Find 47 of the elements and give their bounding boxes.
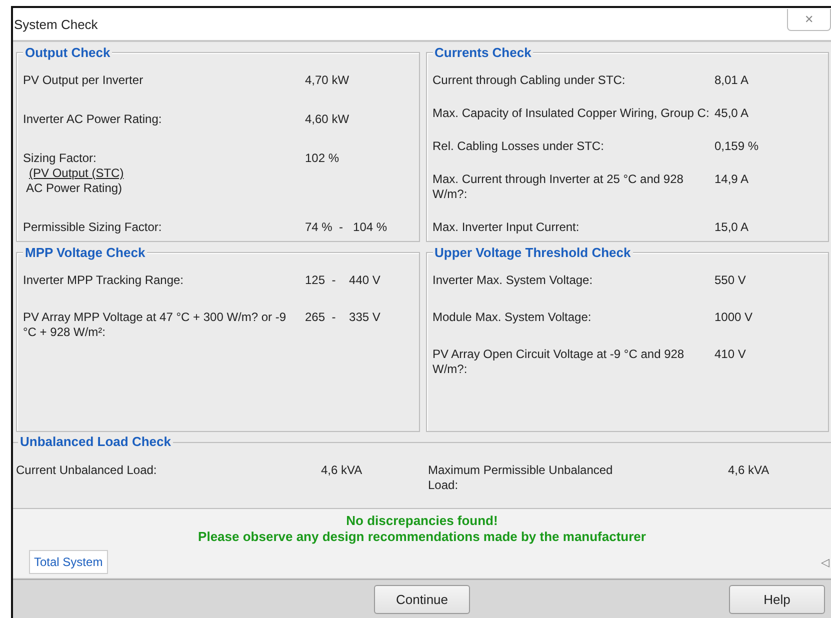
window-title: System Check [13, 16, 98, 32]
field-value: 45,0 A [714, 106, 749, 121]
field-label: Current Unbalanced Load: [16, 463, 158, 479]
group-title: Unbalanced Load Check [18, 434, 173, 449]
field-label: Rel. Cabling Losses under STC: [432, 139, 605, 154]
field-value: 102 % [304, 151, 340, 166]
group-title: Upper Voltage Threshold Check [432, 245, 633, 260]
field-value: 4,6 kVA [728, 463, 770, 479]
field-label: PV Array Open Circuit Voltage at -9 °C and 928 W/m?: [432, 347, 686, 377]
field-value: 550 V [714, 273, 746, 288]
group-title: Currents Check [432, 45, 534, 60]
field-label: Current through Cabling under STC: [432, 73, 626, 88]
group-title: Output Check [23, 45, 112, 60]
tab[interactable]: Total System [29, 550, 108, 574]
status-message: Please observe any design recommendations made by the manufacturer [198, 529, 646, 545]
field-value: 125 - 440 V [304, 273, 380, 288]
group-title: MPP Voltage Check [23, 245, 148, 260]
field-value: 8,01 A [714, 73, 749, 88]
field-value: 15,0 A [714, 220, 749, 235]
field-value: 4,70 kW [304, 73, 350, 88]
field-label: Max. Inverter Input Current: [432, 220, 580, 235]
field-value: 14,9 A [714, 172, 749, 187]
field-label: Max. Current through Inverter at 25 °C and 928 W/m?: [432, 172, 684, 202]
formula-denominator: AC Power Rating) [25, 181, 122, 196]
field-label: Module Max. System Voltage: [432, 310, 592, 325]
scroll-left-button[interactable]: ◁ [821, 556, 829, 574]
field-value: 410 V [714, 347, 746, 362]
dialog-button[interactable]: Continue [374, 584, 470, 614]
field-label: Max. Capacity of Insulated Copper Wiring, Group C: [432, 106, 710, 121]
field-label: Maximum Permissible Unbalanced Load: [428, 463, 614, 493]
field-label: PV Array MPP Voltage at 47 °C + 300 W/m? or -9 °C + 928 W/m²: [23, 310, 288, 340]
field-label: Inverter Max. System Voltage: [432, 273, 594, 288]
status-message: No discrepancies found! [346, 513, 498, 529]
field-label: Inverter AC Power Rating: [23, 112, 163, 127]
field-value: 4,60 kW [304, 112, 350, 127]
field-value: 74 % - 104 % [304, 220, 388, 235]
field-label: Permissible Sizing Factor: [23, 220, 163, 235]
field-value: 0,159 % [714, 139, 759, 154]
field-label: PV Output per Inverter [23, 73, 144, 88]
formula-numerator: (PV Output (STC) [28, 166, 124, 181]
field-label: Sizing Factor: [23, 151, 98, 166]
field-value: 265 - 335 V [304, 310, 380, 325]
close-button[interactable]: ✕ [787, 9, 831, 31]
field-label: Inverter MPP Tracking Range: [23, 273, 185, 288]
field-value: 1000 V [714, 310, 753, 325]
dialog-button[interactable]: Help [729, 584, 825, 614]
field-value: 4,6 kVA [321, 463, 364, 479]
